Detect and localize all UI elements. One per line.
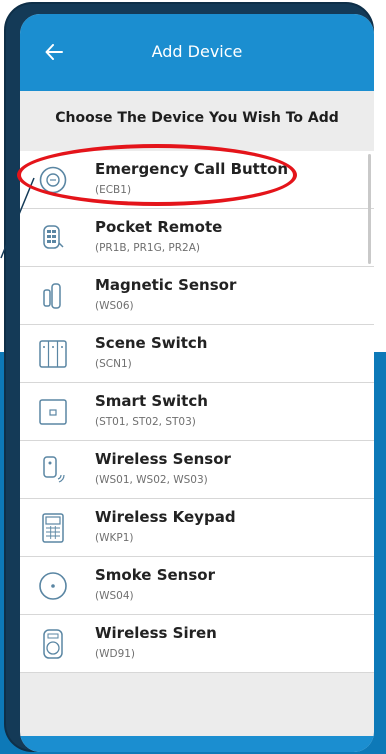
device-model: (ECB1) <box>95 184 132 196</box>
keypad-icon <box>42 513 64 543</box>
device-item-scene-switch[interactable]: Scene Switch (SCN1) <box>20 325 374 383</box>
app-header: Add Device <box>20 14 374 91</box>
magnetic-sensor-icon <box>43 283 61 309</box>
app-screen: Add Device Choose The Device You Wish To… <box>20 14 374 752</box>
instruction-heading: Choose The Device You Wish To Add <box>55 110 339 126</box>
device-model: (WS01, WS02, WS03) <box>95 474 208 486</box>
device-item-emergency-call-button[interactable]: Emergency Call Button (ECB1) <box>20 151 374 209</box>
device-model: (WS04) <box>95 590 134 602</box>
device-item-pocket-remote[interactable]: Pocket Remote (PR1B, PR1G, PR2A) <box>20 209 374 267</box>
device-name: Emergency Call Button <box>95 160 289 178</box>
smoke-sensor-icon <box>39 572 67 600</box>
device-list: Emergency Call Button (ECB1) Pocket Remo… <box>20 151 374 673</box>
device-name: Wireless Keypad <box>95 508 236 526</box>
pocket-remote-icon <box>43 225 64 249</box>
device-model: (WD91) <box>95 648 136 660</box>
device-name: Smart Switch <box>95 392 208 410</box>
page-title: Add Device <box>151 42 243 61</box>
phone-frame: Add Device Choose The Device You Wish To… <box>6 4 374 752</box>
bottom-bar <box>20 736 374 752</box>
device-name: Scene Switch <box>95 334 208 352</box>
scene-switch-icon <box>39 340 67 368</box>
emergency-button-icon <box>39 166 67 194</box>
list-scrollbar[interactable] <box>368 154 371 264</box>
device-model: (ST01, ST02, ST03) <box>95 416 196 428</box>
smart-switch-icon <box>39 399 67 425</box>
device-name: Smoke Sensor <box>95 566 215 584</box>
device-name: Wireless Sensor <box>95 450 231 468</box>
device-item-wireless-siren[interactable]: Wireless Siren (WD91) <box>20 615 374 673</box>
device-model: (WKP1) <box>95 532 134 544</box>
device-model: (WS06) <box>95 300 134 312</box>
siren-icon <box>43 629 63 659</box>
device-item-smoke-sensor[interactable]: Smoke Sensor (WS04) <box>20 557 374 615</box>
device-item-wireless-sensor[interactable]: Wireless Sensor (WS01, WS02, WS03) <box>20 441 374 499</box>
device-item-wireless-keypad[interactable]: Wireless Keypad (WKP1) <box>20 499 374 557</box>
device-item-smart-switch[interactable]: Smart Switch (ST01, ST02, ST03) <box>20 383 374 441</box>
device-name: Pocket Remote <box>95 218 223 236</box>
device-name: Wireless Siren <box>95 624 217 642</box>
device-item-magnetic-sensor[interactable]: Magnetic Sensor (WS06) <box>20 267 374 325</box>
device-model: (SCN1) <box>95 358 132 370</box>
device-model: (PR1B, PR1G, PR2A) <box>95 242 200 254</box>
wireless-sensor-icon <box>43 456 65 483</box>
device-name: Magnetic Sensor <box>95 276 237 294</box>
